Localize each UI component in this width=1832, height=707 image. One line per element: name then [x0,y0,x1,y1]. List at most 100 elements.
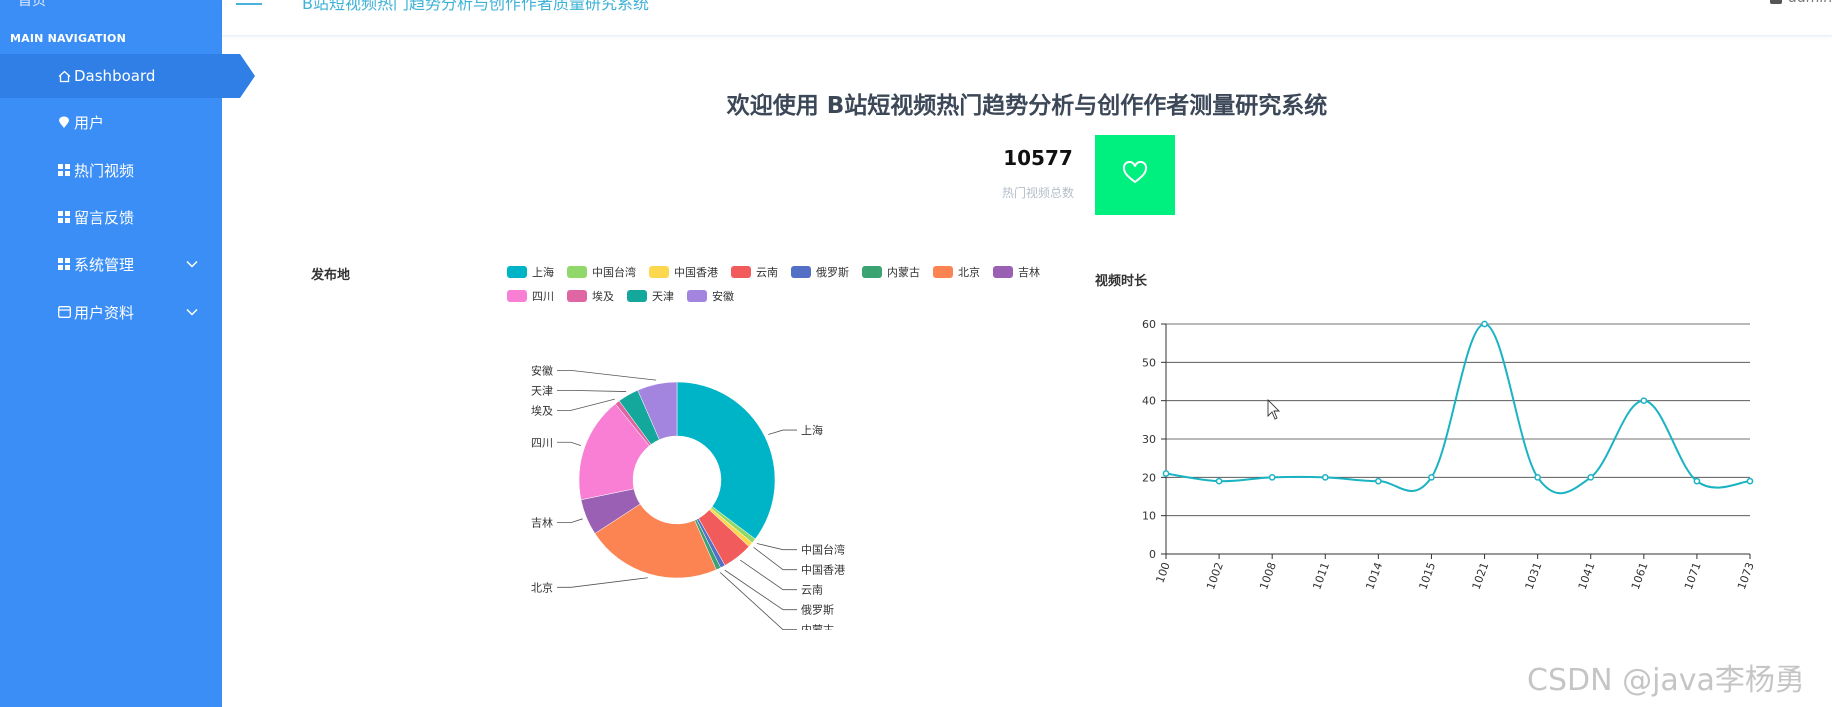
x-tick-label: 1008 [1257,561,1279,592]
nav-section-title: MAIN NAVIGATION [10,32,127,45]
legend-item[interactable]: 北京 [933,265,980,279]
legend-swatch [567,266,587,278]
pie-leader-line [739,559,797,591]
pie-slice-label: 吉林 [531,516,553,530]
legend-swatch [791,266,811,278]
menu-toggle-icon[interactable] [236,0,262,5]
pie-slice-label: 北京 [531,580,553,594]
sidebar-item-label: 系统管理 [74,255,135,274]
line-point[interactable] [1746,477,1754,485]
line-point[interactable] [1587,473,1595,481]
legend-label: 俄罗斯 [816,266,849,279]
pie-leader-line [557,398,615,411]
x-tick-label: 1073 [1735,561,1757,592]
pie-leader-line [557,369,657,381]
sidebar-item-label: 留言反馈 [74,208,135,227]
app-title: B站短视频热门趋势分析与创作作者质量研究系统 [302,0,649,13]
pie-slice-label: 埃及 [531,403,553,417]
x-tick-label: 1015 [1416,561,1438,592]
line-point[interactable] [1693,477,1701,485]
sidebar-item-users[interactable]: 用户 [0,100,222,144]
x-tick-label: 1071 [1682,561,1704,592]
line-point[interactable] [1321,473,1329,481]
user-menu[interactable]: admin [1770,0,1832,6]
x-tick-label: 1041 [1576,561,1598,592]
y-tick-label: 60 [1142,318,1156,331]
legend-label: 云南 [756,266,778,279]
legend-item[interactable]: 天津 [627,290,674,303]
pie-chart-title: 发布地 [311,268,351,283]
legend-label: 安徽 [712,289,734,303]
legend-swatch [649,266,669,278]
pie-slice-label: 云南 [801,584,823,597]
legend-item[interactable]: 吉林 [993,265,1040,279]
sidebar-item-system-management[interactable]: 系统管理 [0,242,222,286]
legend-swatch [993,266,1013,278]
pie-leader-line [557,441,582,447]
pie-leader-line [756,543,797,551]
pie-chart: 上海中国台湾中国香港云南俄罗斯内蒙古 安徽天津埃及四川吉林北京 [531,363,845,630]
legend-item[interactable]: 云南 [731,266,778,279]
line-series [1165,322,1751,495]
y-tick-label: 0 [1149,548,1156,561]
pie-slice[interactable] [676,381,776,540]
avatar [1770,0,1783,4]
stat-icon-box [1095,135,1175,215]
legend-item[interactable]: 俄罗斯 [791,266,849,279]
grid-icon [56,258,72,270]
line-point[interactable] [1375,477,1382,485]
sidebar-item-feedback[interactable]: 留言反馈 [0,195,222,239]
legend-label: 四川 [532,290,554,303]
line-point[interactable] [1640,397,1648,405]
sidebar-item-label: 热门视频 [74,161,135,180]
heart-icon [1122,160,1148,189]
x-tick-label: 1002 [1204,561,1226,592]
y-tick-label: 50 [1142,356,1156,369]
grid-icon [56,211,72,223]
legend-item[interactable]: 埃及 [567,289,614,303]
pie-slice-label: 上海 [801,423,823,437]
legend-swatch [687,290,707,302]
x-tick-label: 1061 [1629,561,1651,592]
sidebar-item-hot-videos[interactable]: 热门视频 [0,148,222,192]
chevron-down-icon [186,305,198,319]
card-icon [56,306,72,318]
legend-label: 上海 [532,265,554,279]
grid-icon [56,164,72,176]
home-icon [56,70,72,83]
y-tick-label: 30 [1142,433,1156,446]
pie-legend: 上海 中国台湾 中国香港 云南 俄罗斯 内蒙古 北京 吉林四川 埃及 天津 安徽 [507,265,1040,303]
legend-item[interactable]: 中国台湾 [567,265,636,279]
sidebar: 首页 MAIN NAVIGATION Dashboard 用户 热门视频 留言反… [0,0,255,707]
sidebar-item-label: Dashboard [74,67,156,85]
x-tick-label: 1021 [1470,561,1492,592]
y-tick-label: 20 [1142,471,1156,484]
legend-swatch [507,290,527,302]
legend-item[interactable]: 中国香港 [649,266,718,279]
line-point[interactable] [1215,477,1223,485]
line-point[interactable] [1481,320,1488,328]
line-point[interactable] [1162,470,1170,477]
brand-label[interactable]: 首页 [18,0,46,10]
sidebar-item-dashboard[interactable]: Dashboard [0,54,255,98]
line-point[interactable] [1428,473,1435,481]
pin-icon [56,116,72,129]
pie-leader-line [557,518,583,524]
pie-leader-line [557,389,627,392]
legend-item[interactable]: 四川 [507,290,554,303]
legend-item[interactable]: 内蒙古 [862,265,920,279]
legend-item[interactable]: 安徽 [687,289,734,303]
legend-label: 内蒙古 [887,265,920,279]
legend-label: 吉林 [1018,265,1040,279]
sidebar-item-user-profile[interactable]: 用户资料 [0,290,222,334]
legend-item[interactable]: 上海 [507,265,554,279]
legend-label: 天津 [652,290,674,303]
watermark: CSDN @java李杨勇 [1527,663,1805,698]
y-tick-label: 10 [1142,510,1156,523]
line-chart: 0 10 20 30 40 50 60 100 1002 1008 1011 1014 1015 1021… [1142,318,1757,592]
line-point[interactable] [1534,473,1541,481]
legend-swatch [933,266,953,278]
line-point[interactable] [1268,473,1276,481]
y-tick-label: 40 [1142,395,1156,408]
chevron-down-icon [186,257,198,271]
